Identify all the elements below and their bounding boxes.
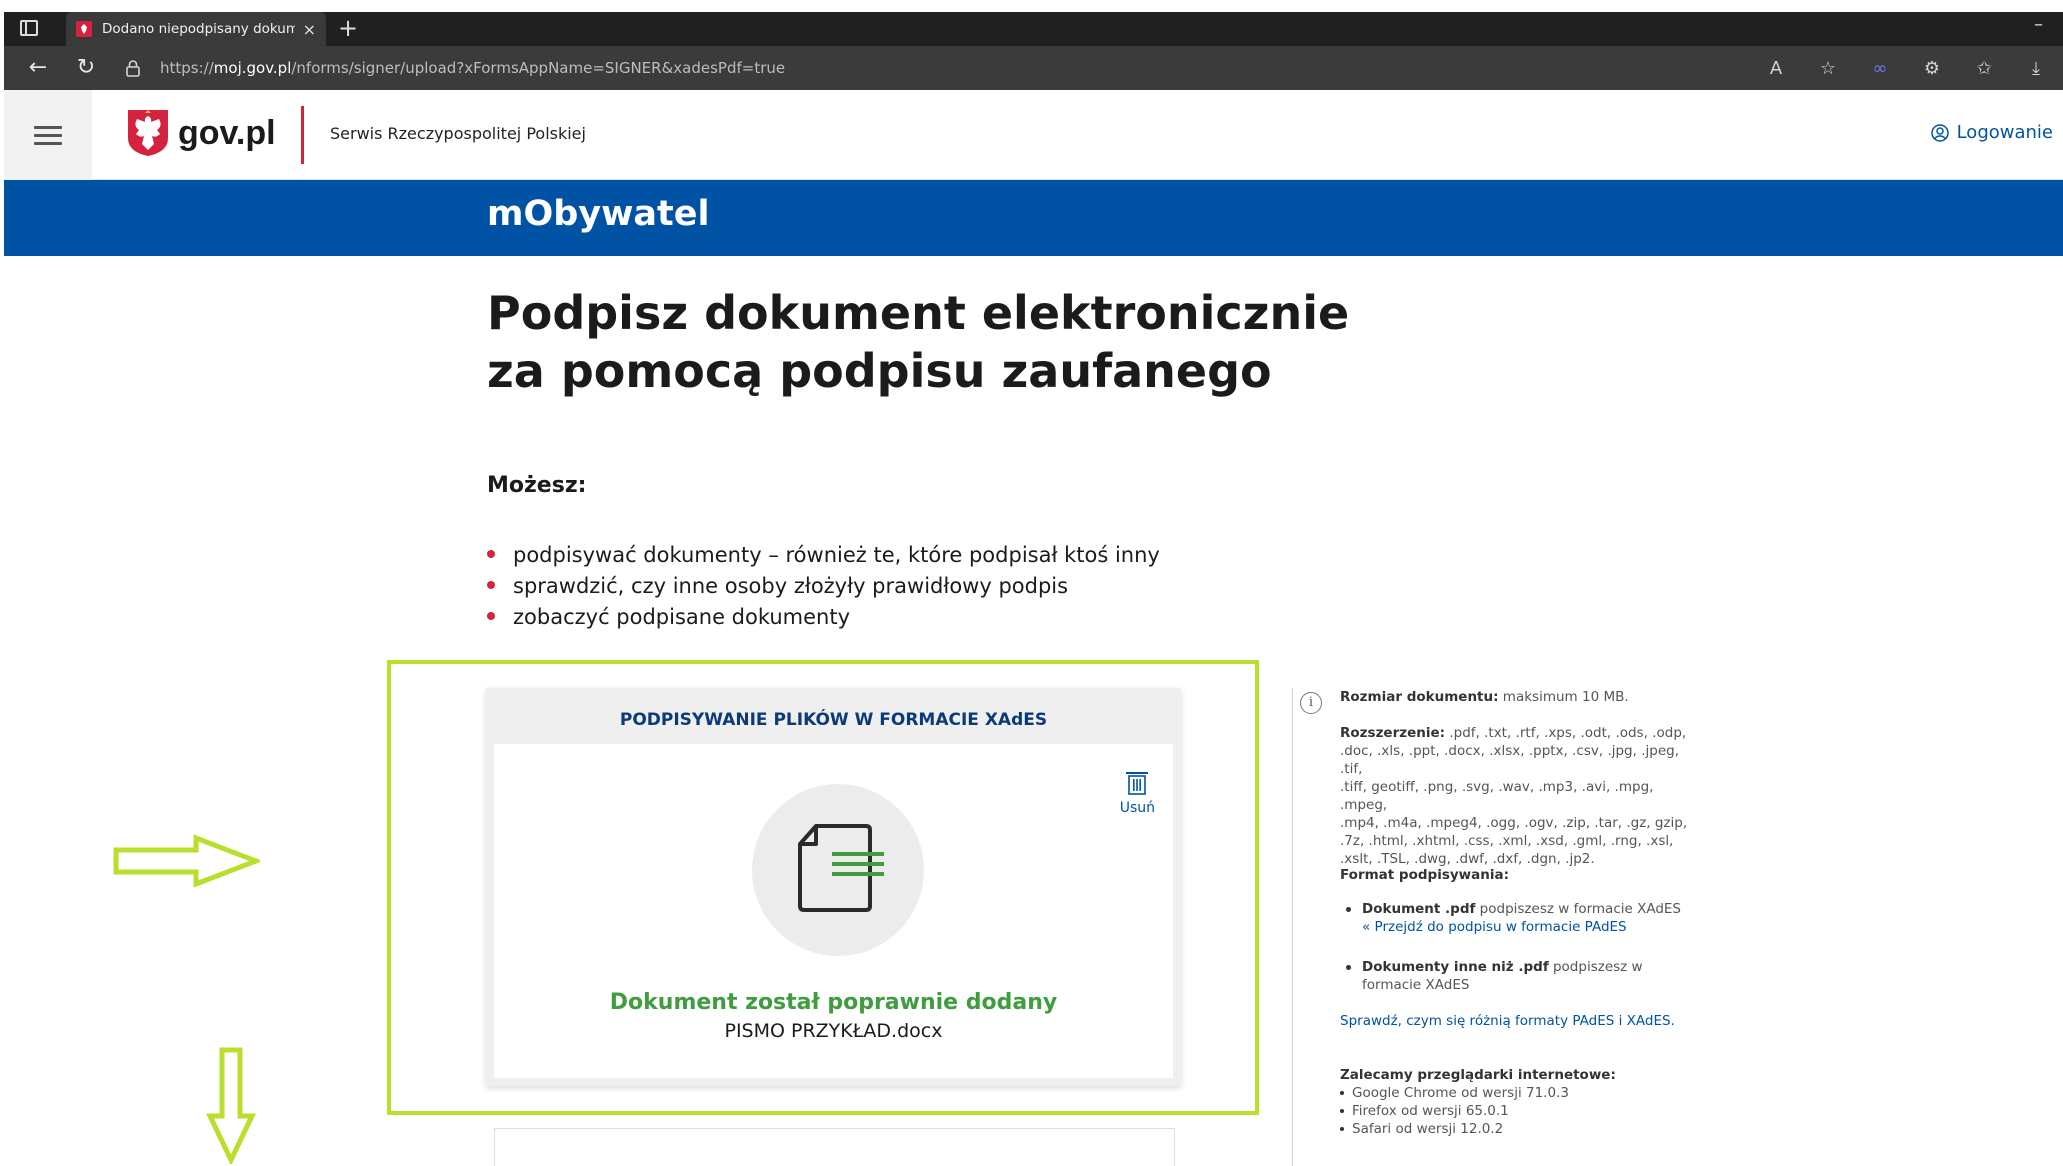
next-card — [494, 1128, 1175, 1166]
eagle-icon — [76, 21, 92, 37]
list-item: Dokument .pdf podpiszesz w formacie XAdE… — [1340, 900, 1700, 936]
favorite-add-icon[interactable]: ☆ — [1815, 54, 1841, 82]
list-item: podpisywać dokumenty – również te, które… — [487, 540, 1160, 571]
compare-formats-link[interactable]: Sprawdź, czym się różnią formaty PAdES i… — [1340, 1013, 1675, 1029]
browsers-heading-label: Zalecamy przeglądarki internetowe: — [1340, 1067, 1616, 1083]
page-title: Podpisz dokument elektronicznie za pomoc… — [487, 284, 1349, 400]
document-preview — [752, 784, 924, 956]
extension-icon[interactable]: ∞ — [1867, 54, 1893, 82]
size-value: maksimum 10 MB. — [1498, 689, 1629, 705]
size-label: Rozmiar dokumentu: — [1340, 689, 1499, 705]
govpl-logo[interactable]: gov.pl — [126, 108, 276, 158]
eagle-icon — [128, 110, 168, 156]
format-heading: Format podpisywania: — [1340, 866, 1700, 884]
info-icon: i — [1300, 692, 1322, 714]
screen: Dodano niepodpisany dokument × + – ← ↻ h… — [0, 0, 2063, 1166]
list-item: Safari od wersji 12.0.2 — [1340, 1120, 1700, 1138]
logo-divider — [301, 106, 304, 164]
close-tab-icon[interactable]: × — [303, 20, 316, 39]
size-info: Rozmiar dokumentu: maksimum 10 MB. — [1340, 688, 1700, 706]
login-link[interactable]: Logowanie — [1930, 122, 2053, 143]
mozesz-heading: Możesz: — [487, 473, 587, 498]
service-title[interactable]: mObywatel — [487, 194, 710, 234]
ext-line: .tiff, geotiff, .png, .svg, .wav, .mp3, … — [1340, 779, 1654, 813]
download-icon[interactable]: ⤓ — [2023, 54, 2049, 82]
menu-button[interactable] — [4, 90, 92, 180]
page-title-line2: za pomocą podpisu zaufanego — [487, 344, 1272, 398]
format-heading-label: Format podpisywania: — [1340, 867, 1509, 883]
url-prefix: https:// — [160, 59, 214, 77]
annotation-arrow-down-icon — [206, 1047, 256, 1164]
capabilities-list: podpisywać dokumenty – również te, które… — [487, 540, 1160, 633]
format-item-bold: Dokumenty inne niż .pdf — [1362, 959, 1549, 975]
read-aloud-icon[interactable]: A — [1763, 54, 1789, 82]
site-header: gov.pl Serwis Rzeczypospolitej Polskiej … — [4, 90, 2063, 180]
serwis-label: Serwis Rzeczypospolitej Polskiej — [330, 124, 586, 143]
ext-line: .mp4, .m4a, .mpeg4, .ogg, .ogv, .zip, .t… — [1340, 815, 1688, 831]
browser-toolbar: A ☆ ∞ ⚙ ✩ ⤓ — [1763, 54, 2063, 82]
browser-tab-bar: Dodano niepodpisany dokument × + – — [4, 12, 2063, 46]
reload-icon[interactable]: ↻ — [72, 54, 100, 82]
new-tab-icon[interactable]: + — [338, 14, 358, 42]
page-title-line1: Podpisz dokument elektronicznie — [487, 286, 1350, 340]
delete-label: Usuń — [1119, 800, 1155, 816]
uploaded-filename: PISMO PRZYKŁAD.docx — [724, 1020, 943, 1042]
compare-info: Sprawdź, czym się różnią formaty PAdES i… — [1340, 1012, 1700, 1030]
trash-icon — [1126, 772, 1149, 795]
url-field[interactable]: https://moj.gov.pl/nforms/signer/upload?… — [122, 52, 1822, 84]
favorites-icon[interactable]: ✩ — [1971, 54, 1997, 82]
side-divider — [1292, 688, 1293, 1166]
browsers-list: Google Chrome od wersji 71.0.3 Firefox o… — [1340, 1084, 1700, 1138]
tab-title: Dodano niepodpisany dokument — [102, 21, 295, 37]
format-list: Dokument .pdf podpiszesz w formacie XAdE… — [1340, 900, 1700, 936]
puzzle-icon[interactable]: ⚙ — [1919, 54, 1945, 82]
format-item-rest: podpiszesz w formacie XAdES — [1475, 901, 1682, 917]
url-path: /nforms/signer/upload?xFormsAppName=SIGN… — [291, 59, 786, 77]
url-host: moj.gov.pl — [213, 59, 292, 77]
document-icon — [798, 824, 884, 912]
delete-button[interactable]: Usuń — [1120, 770, 1155, 816]
list-item: zobaczyć podpisane dokumenty — [487, 602, 1160, 633]
browsers-heading: Zalecamy przeglądarki internetowe: — [1340, 1066, 1700, 1084]
ext-line: .pdf, .txt, .rtf, .xps, .odt, .ods, .odp… — [1445, 725, 1687, 741]
lock-icon — [126, 60, 140, 77]
upload-success-message: Dokument został poprawnie dodany — [609, 990, 1058, 1015]
annotation-arrow-right-icon — [113, 834, 260, 888]
login-label: Logowanie — [1956, 122, 2053, 143]
hamburger-icon — [34, 121, 62, 150]
minimize-icon[interactable]: – — [2034, 14, 2043, 35]
ext-line: .doc, .xls, .ppt, .docx, .xlsx, .pptx, .… — [1340, 743, 1679, 777]
ext-line: .xslt, .TSL, .dwg, .dwf, .dxf, .dgn, .jp… — [1340, 851, 1595, 867]
back-arrow-icon[interactable]: ← — [24, 54, 52, 82]
extensions-info: Rozszerzenie: .pdf, .txt, .rtf, .xps, .o… — [1340, 724, 1700, 868]
tab-actions-icon[interactable] — [20, 20, 38, 36]
upload-card-title: PODPISYWANIE PLIKÓW W FORMACIE XAdES — [619, 710, 1048, 730]
format-item-bold: Dokument .pdf — [1362, 901, 1476, 917]
ext-label: Rozszerzenie: — [1340, 725, 1446, 741]
list-item: Firefox od wersji 65.0.1 — [1340, 1102, 1700, 1120]
list-item: Google Chrome od wersji 71.0.3 — [1340, 1084, 1700, 1102]
browser-tab-active[interactable]: Dodano niepodpisany dokument × — [66, 12, 326, 46]
brand-name: gov.pl — [178, 113, 276, 152]
list-item: sprawdzić, czy inne osoby złożyły prawid… — [487, 571, 1160, 602]
ext-line: .7z, .html, .xhtml, .css, .xml, .xsd, .g… — [1340, 833, 1674, 849]
user-circle-icon — [1930, 123, 1949, 142]
format-list-2: Dokumenty inne niż .pdf podpiszesz w for… — [1340, 958, 1660, 994]
browser-address-bar: ← ↻ https://moj.gov.pl/nforms/signer/upl… — [4, 46, 2063, 90]
service-bar: mObywatel — [4, 180, 2063, 256]
list-item: Dokumenty inne niż .pdf podpiszesz w for… — [1340, 958, 1660, 994]
upload-card-body: Usuń Dokument został poprawnie dodany PI… — [494, 744, 1173, 1078]
pades-link[interactable]: « Przejdź do podpisu w formacie PAdES — [1362, 919, 1627, 935]
upload-card: PODPISYWANIE PLIKÓW W FORMACIE XAdES Usu… — [486, 688, 1181, 1086]
